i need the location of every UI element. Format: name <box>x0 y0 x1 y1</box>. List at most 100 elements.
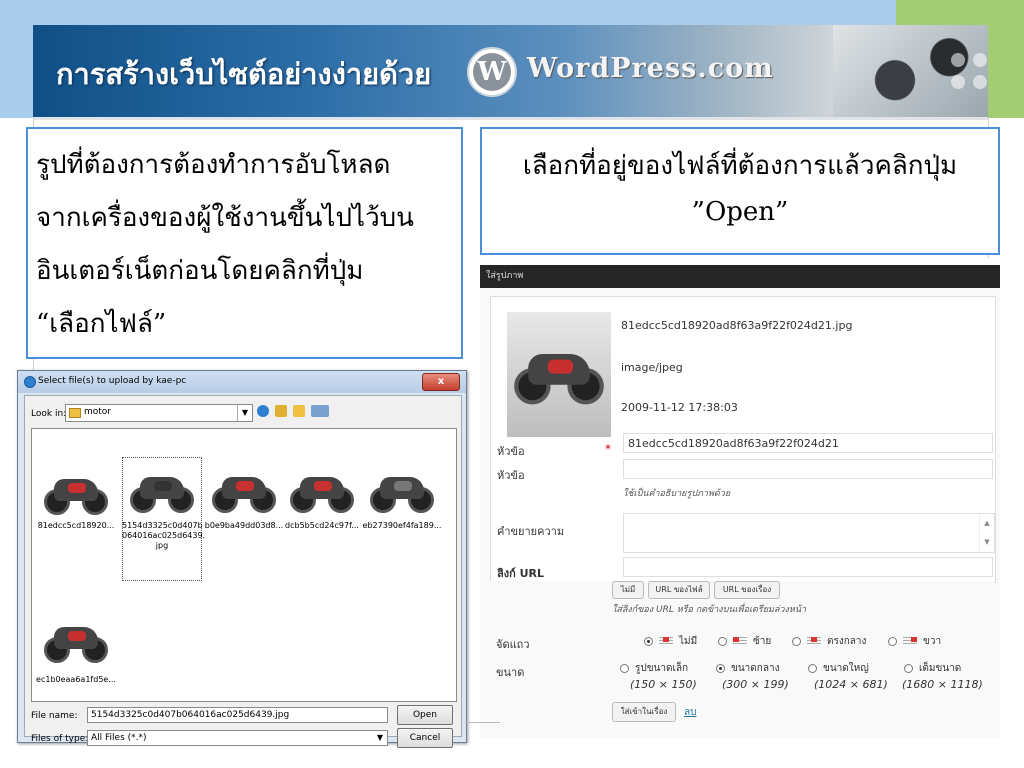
link-hint: ใส่ลิงก์ของ URL หรือ กดข้างบนเพื่อเตรียม… <box>612 605 807 615</box>
dialog-body: Look in: motor ▼ 81edcc5cd18920... 5154d… <box>24 395 462 748</box>
align-option-label: ขวา <box>923 636 942 647</box>
file-name-line: 5154d3325c0d407b <box>122 521 203 530</box>
size-full-option[interactable]: เต็มขนาด <box>904 661 961 676</box>
insert-image-panel: 81edcc5cd18920ad8f63a9f22f024d21.jpg ima… <box>480 288 1000 738</box>
file-thumbnail[interactable] <box>40 467 112 521</box>
dialog-title: Select file(s) to upload by kae-pc <box>38 376 187 386</box>
image-options: ไม่มี URL ของไฟล์ URL ของเรื่อง ใส่ลิงก์… <box>490 581 994 729</box>
open-button[interactable]: Open <box>397 705 453 725</box>
align-option-label: ไม่มี <box>679 636 698 647</box>
dialog-titlebar: Select file(s) to upload by kae-pc x <box>18 371 466 393</box>
title-banner: การสร้างเว็บไซต์อย่างง่ายด้วย W WordPres… <box>33 25 988 120</box>
file-name-label[interactable]: ec1b0eaa6a1fd5e... <box>36 675 116 684</box>
file-thumbnail[interactable] <box>40 615 112 669</box>
new-folder-icon[interactable] <box>293 405 305 417</box>
instruction-line: รูปที่ต้องการต้องทำการอับโหลด <box>36 150 391 180</box>
caption-input[interactable] <box>623 459 993 479</box>
insert-into-post-button[interactable]: ใส่เข้าในเรื่อง <box>612 702 676 722</box>
delete-link[interactable]: ลบ <box>684 705 696 720</box>
image-filename: 81edcc5cd18920ad8f63a9f22f024d21.jpg <box>621 319 853 332</box>
instruction-box-left: รูปที่ต้องการต้องทำการอับโหลด จากเครื่อง… <box>26 127 463 359</box>
required-marker: * <box>605 442 611 456</box>
align-none-option[interactable]: ไม่มี <box>644 634 697 649</box>
file-name-line: jpg <box>155 541 169 550</box>
title-label: หัวข้อ <box>497 445 525 458</box>
panel-header: ใส่รูปภาพ <box>480 265 1000 288</box>
caption-label: หัวข้อ <box>497 469 525 482</box>
size-label: ขนาด <box>496 666 525 679</box>
divider-line <box>465 722 500 723</box>
align-right-icon <box>903 636 917 646</box>
file-type-value: All Files (*.*) <box>91 733 147 743</box>
instruction-box-right: เลือกที่อยู่ของไฟล์ที่ต้องการแล้วคลิกปุ่… <box>480 127 1000 255</box>
file-upload-dialog: Select file(s) to upload by kae-pc x Loo… <box>17 370 467 748</box>
description-textarea[interactable]: ▲ ▼ <box>623 513 995 553</box>
wordpress-logo-icon: W <box>467 47 517 97</box>
file-name-line: 064016ac025d6439. <box>122 531 206 540</box>
link-url-label: ลิงก์ URL <box>497 567 545 580</box>
look-in-label: Look in: <box>31 409 67 419</box>
decorative-dots <box>951 53 988 113</box>
slide-title: การสร้างเว็บไซต์อย่างง่ายด้วย <box>56 57 432 91</box>
look-in-value: motor <box>84 407 112 417</box>
size-dimensions: (1024 × 681) <box>814 678 888 691</box>
align-right-option[interactable]: ขวา <box>888 634 941 649</box>
file-name-label[interactable]: eb27390ef4fa189... <box>362 521 442 530</box>
look-in-select[interactable]: motor ▼ <box>65 404 253 422</box>
size-thumbnail-option[interactable]: รูปขนาดเล็ก <box>620 661 688 676</box>
instruction-line: ”Open” <box>691 197 789 227</box>
file-name-input[interactable]: 5154d3325c0d407b064016ac025d6439.jpg <box>87 707 388 723</box>
image-mime: image/jpeg <box>621 361 683 374</box>
image-details-card: 81edcc5cd18920ad8f63a9f22f024d21.jpg ima… <box>490 296 996 583</box>
cancel-button[interactable]: Cancel <box>397 728 453 748</box>
close-button[interactable]: x <box>422 373 460 391</box>
size-dimensions: (1680 × 1118) <box>902 678 983 691</box>
browser-icon <box>24 376 36 388</box>
link-url-input[interactable] <box>623 557 993 577</box>
file-type-select[interactable]: All Files (*.*) ▼ <box>87 730 388 746</box>
up-folder-icon[interactable] <box>275 405 287 417</box>
size-large-option[interactable]: ขนาดใหญ่ <box>808 661 869 676</box>
file-list: 81edcc5cd18920... 5154d3325c0d407b 06401… <box>31 428 457 702</box>
align-option-label: ตรงกลาง <box>827 636 867 647</box>
instruction-line: เลือกที่อยู่ของไฟล์ที่ต้องการแล้วคลิกปุ่… <box>522 151 958 181</box>
size-option-label: เต็มขนาด <box>919 663 962 674</box>
file-name-label[interactable]: 81edcc5cd18920... <box>36 521 116 530</box>
link-file-url-button[interactable]: URL ของไฟล์ <box>648 581 710 599</box>
instruction-line: จากเครื่องของผู้ใช้งานขึ้นไปไว้บน <box>36 203 414 233</box>
description-label: คำขยายความ <box>497 525 565 538</box>
file-thumbnail[interactable] <box>208 465 280 519</box>
image-preview <box>507 312 611 437</box>
size-option-label: ขนาดใหญ่ <box>823 663 869 674</box>
file-name-label[interactable]: dcb5b5cd24c97f... <box>282 521 362 530</box>
align-option-label: ซ้าย <box>753 636 772 647</box>
view-menu-icon[interactable] <box>311 405 329 417</box>
instruction-line: อินเตอร์เน็ตก่อนโดยคลิกที่ปุ่ม <box>36 256 364 286</box>
file-name-field-label: File name: <box>31 711 78 721</box>
file-name-label[interactable]: b0e9ba49dd03d8... <box>204 521 284 530</box>
caption-hint: ใช้เป็นคำอธิบายรูปภาพด้วย <box>623 489 731 499</box>
size-option-label: รูปขนาดเล็ก <box>635 663 689 674</box>
scrollbar[interactable]: ▲ ▼ <box>979 514 994 552</box>
chevron-down-icon[interactable]: ▼ <box>237 405 252 421</box>
image-date: 2009-11-12 17:38:03 <box>621 401 738 414</box>
folder-icon <box>69 408 81 418</box>
align-center-icon <box>807 636 821 646</box>
file-thumbnail[interactable] <box>126 465 198 519</box>
title-input[interactable]: 81edcc5cd18920ad8f63a9f22f024d21 <box>623 433 993 453</box>
link-none-button[interactable]: ไม่มี <box>612 581 644 599</box>
back-icon[interactable] <box>257 405 269 417</box>
file-thumbnail[interactable] <box>286 465 358 519</box>
align-left-icon <box>733 636 747 646</box>
align-label: จัดแถว <box>496 638 530 651</box>
file-thumbnail[interactable] <box>366 465 438 519</box>
align-center-option[interactable]: ตรงกลาง <box>792 634 866 649</box>
size-medium-option[interactable]: ขนาดกลาง <box>716 661 779 676</box>
align-none-icon <box>659 636 673 646</box>
align-left-option[interactable]: ซ้าย <box>718 634 771 649</box>
link-post-url-button[interactable]: URL ของเรื่อง <box>714 581 780 599</box>
wordpress-logo-text: WordPress.com <box>527 53 774 84</box>
size-dimensions: (150 × 150) <box>630 678 697 691</box>
chevron-down-icon[interactable]: ▼ <box>373 731 387 745</box>
file-name-label-selected[interactable]: 5154d3325c0d407b 064016ac025d6439. jpg <box>122 521 206 551</box>
